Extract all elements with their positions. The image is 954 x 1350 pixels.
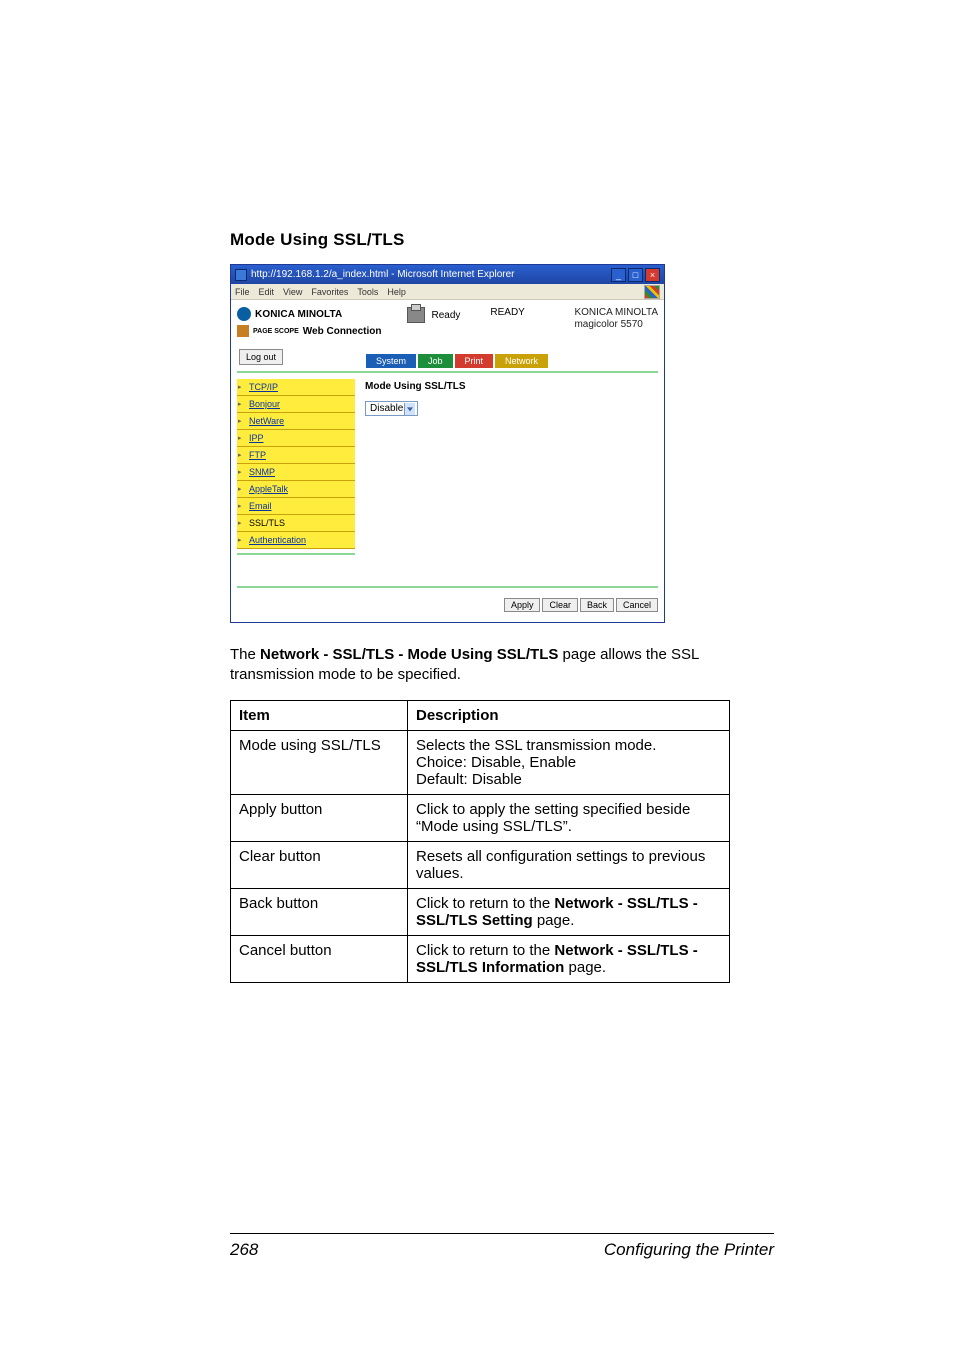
sidebar-item-appletalk[interactable]: ▸AppleTalk bbox=[237, 481, 355, 498]
owner-line2: magicolor 5570 bbox=[574, 319, 658, 331]
button-row: Apply Clear Back Cancel bbox=[504, 598, 658, 612]
tab-network[interactable]: Network bbox=[495, 354, 548, 368]
status-text: READY bbox=[490, 307, 524, 318]
mode-select-value: Disable bbox=[370, 403, 403, 414]
logout-button[interactable]: Log out bbox=[239, 349, 283, 365]
pagescope-icon bbox=[237, 325, 249, 337]
running-title: Configuring the Printer bbox=[604, 1240, 774, 1260]
cell-item: Back button bbox=[231, 888, 408, 935]
windows-flag-icon bbox=[644, 285, 660, 299]
menu-file[interactable]: File bbox=[235, 287, 250, 297]
table-row: Cancel button Click to return to the Net… bbox=[231, 935, 730, 982]
description-table: Item Description Mode using SSL/TLS Sele… bbox=[230, 700, 730, 983]
cell-item: Apply button bbox=[231, 794, 408, 841]
cell-desc: Selects the SSL transmission mode. Choic… bbox=[408, 730, 730, 794]
page-body: KONICA MINOLTA PAGE SCOPE Web Connection… bbox=[231, 301, 664, 622]
cell-item: Mode using SSL/TLS bbox=[231, 730, 408, 794]
cell-item: Clear button bbox=[231, 841, 408, 888]
sidebar: ▸TCP/IP ▸Bonjour ▸NetWare ▸IPP ▸FTP ▸SNM… bbox=[237, 379, 355, 555]
clear-button[interactable]: Clear bbox=[542, 598, 578, 612]
mode-select[interactable]: Disable bbox=[365, 401, 418, 416]
window-title: http://192.168.1.2/a_index.html - Micros… bbox=[251, 269, 611, 280]
th-description: Description bbox=[408, 700, 730, 730]
sidebar-item-email[interactable]: ▸Email bbox=[237, 498, 355, 515]
cell-desc: Resets all configuration settings to pre… bbox=[408, 841, 730, 888]
tab-job[interactable]: Job bbox=[418, 354, 453, 368]
content-heading: Mode Using SSL/TLS bbox=[365, 381, 658, 392]
sidebar-item-ftp[interactable]: ▸FTP bbox=[237, 447, 355, 464]
page-number: 268 bbox=[230, 1240, 258, 1260]
intro-paragraph: The Network - SSL/TLS - Mode Using SSL/T… bbox=[230, 645, 774, 686]
section-heading: Mode Using SSL/TLS bbox=[230, 230, 774, 250]
minimize-icon[interactable]: _ bbox=[611, 268, 626, 282]
window-titlebar: http://192.168.1.2/a_index.html - Micros… bbox=[231, 265, 664, 284]
konica-logo-icon bbox=[237, 307, 251, 321]
brand-label: KONICA MINOLTA bbox=[255, 309, 342, 320]
tab-bar: System Job Print Network bbox=[366, 354, 664, 368]
apply-button[interactable]: Apply bbox=[504, 598, 541, 612]
sidebar-item-netware[interactable]: ▸NetWare bbox=[237, 413, 355, 430]
sidebar-item-snmp[interactable]: ▸SNMP bbox=[237, 464, 355, 481]
menu-view[interactable]: View bbox=[283, 287, 302, 297]
cell-item: Cancel button bbox=[231, 935, 408, 982]
sidebar-item-bonjour[interactable]: ▸Bonjour bbox=[237, 396, 355, 413]
maximize-icon[interactable]: □ bbox=[628, 268, 643, 282]
sidebar-item-ssltls[interactable]: ▸SSL/TLS bbox=[237, 515, 355, 532]
printer-icon bbox=[407, 307, 425, 323]
chevron-down-icon bbox=[407, 407, 413, 411]
tab-system[interactable]: System bbox=[366, 354, 416, 368]
cell-desc: Click to return to the Network - SSL/TLS… bbox=[408, 935, 730, 982]
sidebar-item-ipp[interactable]: ▸IPP bbox=[237, 430, 355, 447]
tab-print[interactable]: Print bbox=[455, 354, 494, 368]
cell-desc: Click to return to the Network - SSL/TLS… bbox=[408, 888, 730, 935]
table-row: Apply button Click to apply the setting … bbox=[231, 794, 730, 841]
page-footer: 268 Configuring the Printer bbox=[230, 1233, 774, 1260]
cell-desc: Click to apply the setting specified bes… bbox=[408, 794, 730, 841]
menu-help[interactable]: Help bbox=[387, 287, 406, 297]
table-row: Mode using SSL/TLS Selects the SSL trans… bbox=[231, 730, 730, 794]
menu-tools[interactable]: Tools bbox=[357, 287, 378, 297]
ready-label: Ready bbox=[431, 310, 460, 321]
pagescope-prefix: PAGE SCOPE bbox=[253, 328, 299, 335]
table-row: Clear button Resets all configuration se… bbox=[231, 841, 730, 888]
sidebar-divider bbox=[237, 553, 355, 555]
sidebar-item-authentication[interactable]: ▸Authentication bbox=[237, 532, 355, 549]
table-row: Back button Click to return to the Netwo… bbox=[231, 888, 730, 935]
menu-edit[interactable]: Edit bbox=[259, 287, 275, 297]
owner-line1: KONICA MINOLTA bbox=[574, 307, 658, 319]
divider-bottom bbox=[237, 586, 658, 588]
cancel-button[interactable]: Cancel bbox=[616, 598, 658, 612]
ie-icon bbox=[235, 269, 247, 281]
sidebar-item-tcpip[interactable]: ▸TCP/IP bbox=[237, 379, 355, 396]
web-connection-label: Web Connection bbox=[303, 326, 382, 337]
browser-menubar: File Edit View Favorites Tools Help bbox=[231, 284, 664, 300]
back-button[interactable]: Back bbox=[580, 598, 614, 612]
th-item: Item bbox=[231, 700, 408, 730]
close-icon[interactable]: × bbox=[645, 268, 660, 282]
browser-screenshot: http://192.168.1.2/a_index.html - Micros… bbox=[230, 264, 665, 623]
menu-favorites[interactable]: Favorites bbox=[311, 287, 348, 297]
content-area: Mode Using SSL/TLS Disable bbox=[365, 379, 658, 555]
